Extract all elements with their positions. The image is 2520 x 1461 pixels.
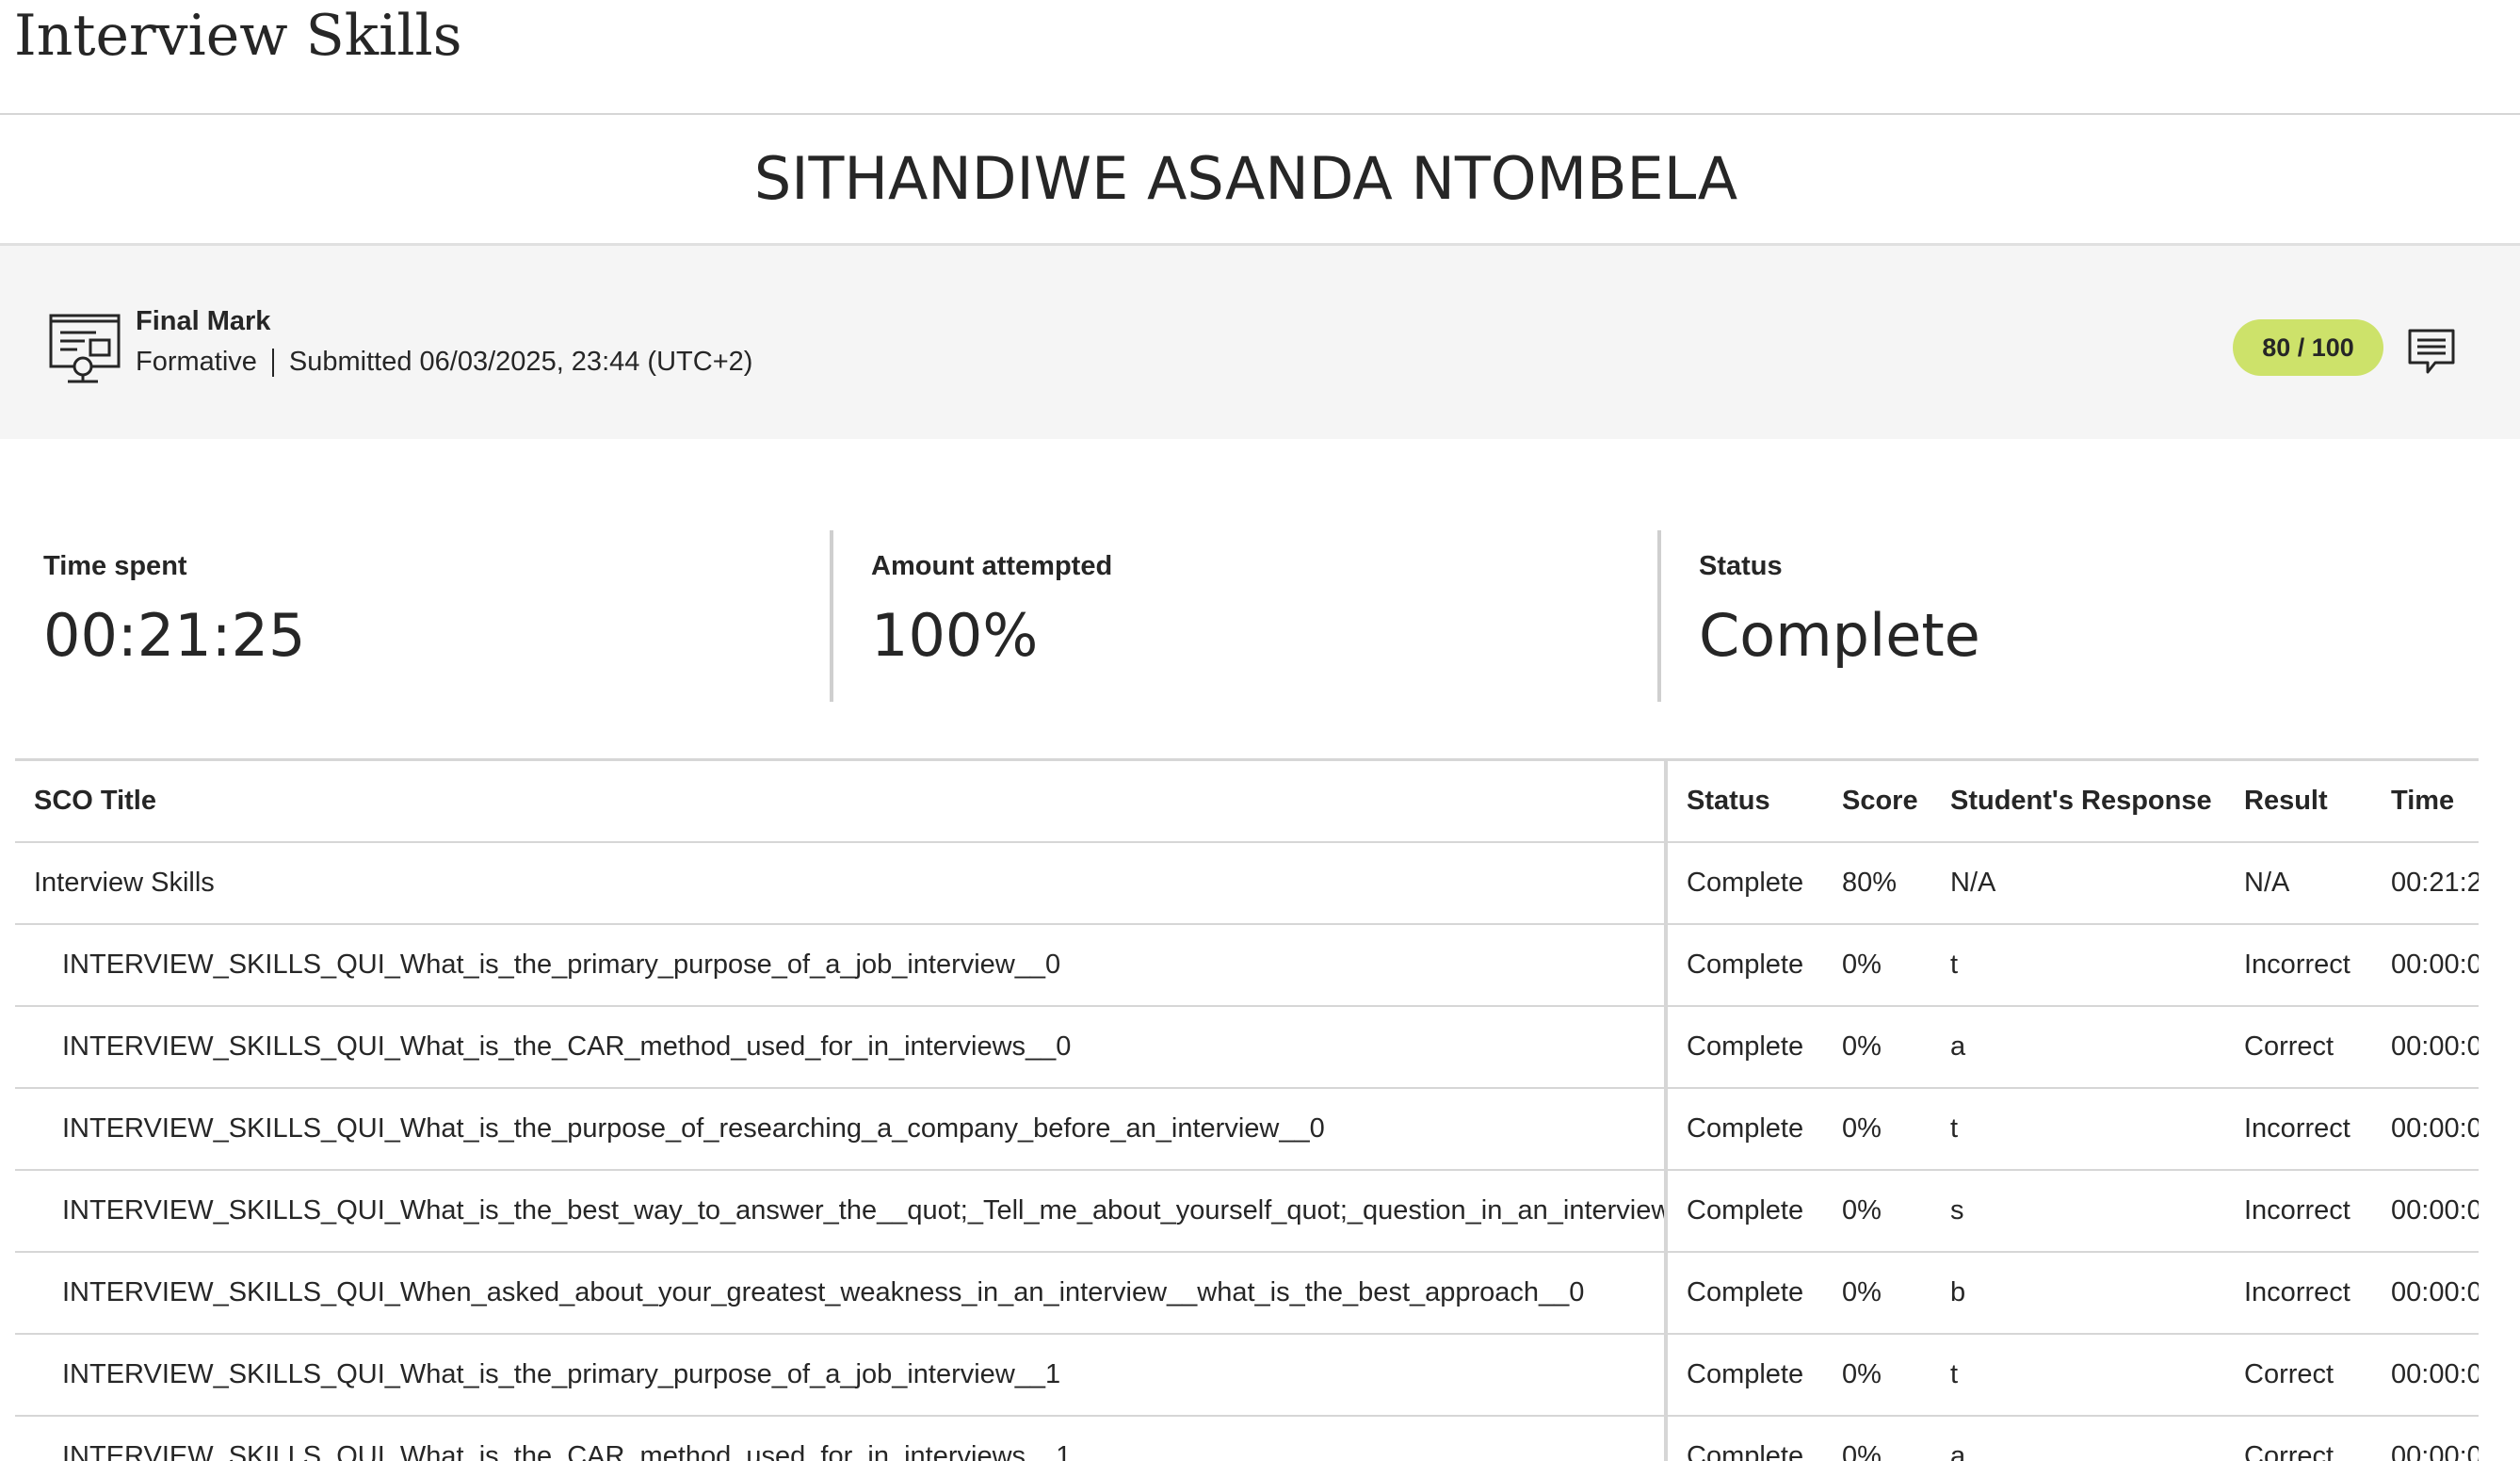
stat-divider [1657,530,1661,702]
cell-time: 00:00:0 [2372,924,2479,1007]
stat-value: 100% [871,601,1039,670]
grade-meta: Formative Submitted 06/03/2025, 23:44 (U… [136,347,752,378]
final-mark-panel: Final Mark Formative Submitted 06/03/202… [0,243,2520,439]
cell-score: 0% [1823,1006,1931,1089]
cell-response: s [1931,1170,2225,1253]
cell-sco-title: INTERVIEW_SKILLS_QUI_What_is_the_primary… [15,1334,1668,1417]
table-row[interactable]: Interview Skills Complete 80% N/A N/A 00:21:2 [15,842,2479,925]
table-row[interactable]: INTERVIEW_SKILLS_QUI_What_is_the_purpose… [15,1088,2479,1171]
cell-score: 0% [1823,924,1931,1007]
cell-time: 00:00:0 [2372,1170,2479,1253]
column-header-score[interactable]: Score [1823,761,1931,843]
cell-score: 0% [1823,1170,1931,1253]
column-header-response[interactable]: Student's Response [1931,761,2225,843]
stat-label: Time spent [43,551,187,581]
column-header-result[interactable]: Result [2225,761,2372,843]
cell-result: Incorrect [2225,924,2372,1007]
cell-result: Incorrect [2225,1088,2372,1171]
title-divider [0,113,2520,115]
cell-status: Complete [1666,1006,1823,1089]
cell-response: a [1931,1416,2225,1461]
cell-time: 00:00:0 [2372,1334,2479,1417]
column-header-sco-title[interactable]: SCO Title [15,761,1668,843]
sco-table: SCO Title Status Score Student's Respons… [15,761,2479,1461]
cell-sco-title: INTERVIEW_SKILLS_QUI_What_is_the_best_wa… [15,1170,1668,1253]
table-row[interactable]: INTERVIEW_SKILLS_QUI_What_is_the_primary… [15,924,2479,1007]
comment-icon[interactable] [2407,327,2456,376]
cell-status: Complete [1666,1334,1823,1417]
cell-sco-title: INTERVIEW_SKILLS_QUI_What_is_the_purpose… [15,1088,1668,1171]
cell-status: Complete [1666,1252,1823,1335]
cell-result: Correct [2225,1416,2372,1461]
cell-response: t [1931,924,2225,1007]
student-name: SITHANDIWE ASANDA NTOMBELA [753,144,1738,213]
cell-response: b [1931,1252,2225,1335]
cell-sco-title: INTERVIEW_SKILLS_QUI_What_is_the_CAR_met… [15,1006,1668,1089]
table-row[interactable]: INTERVIEW_SKILLS_QUI_What_is_the_CAR_met… [15,1006,2479,1089]
cell-time: 00:00:0 [2372,1252,2479,1335]
table-row[interactable]: INTERVIEW_SKILLS_QUI_When_asked_about_yo… [15,1252,2479,1335]
cell-score: 0% [1823,1088,1931,1171]
cell-status: Complete [1666,924,1823,1007]
cell-status: Complete [1666,1170,1823,1253]
column-header-time[interactable]: Time [2372,761,2479,843]
page-title: Interview Skills [14,3,462,69]
cell-time: 00:00:0 [2372,1416,2479,1461]
cell-result: Correct [2225,1006,2372,1089]
cell-result: Incorrect [2225,1252,2372,1335]
stat-value: 00:21:25 [43,601,306,670]
summary-stats: Time spent 00:21:25 Amount attempted 100… [0,530,2520,702]
cell-response: t [1931,1334,2225,1417]
final-mark-label: Final Mark [136,306,271,336]
cell-response: t [1931,1088,2225,1171]
submitted-date: Submitted 06/03/2025, 23:44 (UTC+2) [288,347,753,377]
cell-score: 0% [1823,1252,1931,1335]
table-row[interactable]: INTERVIEW_SKILLS_QUI_What_is_the_best_wa… [15,1170,2479,1253]
cell-result: N/A [2225,842,2372,925]
stat-divider [830,530,833,702]
cell-sco-title: INTERVIEW_SKILLS_QUI_What_is_the_CAR_met… [15,1416,1668,1461]
cell-time: 00:00:0 [2372,1006,2479,1089]
cell-sco-title: Interview Skills [15,842,1668,925]
assessment-type: Formative [136,347,257,377]
cell-time: 00:21:2 [2372,842,2479,925]
table-header-row: SCO Title Status Score Student's Respons… [15,761,2479,843]
cell-time: 00:00:0 [2372,1088,2479,1171]
cell-score: 0% [1823,1334,1931,1417]
sco-table-container[interactable]: SCO Title Status Score Student's Respons… [15,758,2479,1461]
cell-status: Complete [1666,842,1823,925]
cell-sco-title: INTERVIEW_SKILLS_QUI_What_is_the_primary… [15,924,1668,1007]
column-header-status[interactable]: Status [1666,761,1823,843]
score-badge[interactable]: 80 / 100 [2233,319,2383,376]
cell-response: a [1931,1006,2225,1089]
stat-label: Amount attempted [871,551,1113,581]
cell-score: 0% [1823,1416,1931,1461]
stat-value: Complete [1699,601,1980,670]
cell-status: Complete [1666,1416,1823,1461]
table-row[interactable]: INTERVIEW_SKILLS_QUI_What_is_the_CAR_met… [15,1416,2479,1461]
cell-result: Incorrect [2225,1170,2372,1253]
cell-sco-title: INTERVIEW_SKILLS_QUI_When_asked_about_yo… [15,1252,1668,1335]
stat-label: Status [1699,551,1783,581]
cell-response: N/A [1931,842,2225,925]
cell-score: 80% [1823,842,1931,925]
cell-result: Correct [2225,1334,2372,1417]
meta-separator [271,348,274,377]
cell-status: Complete [1666,1088,1823,1171]
table-row[interactable]: INTERVIEW_SKILLS_QUI_What_is_the_primary… [15,1334,2479,1417]
certificate-icon [49,314,121,383]
